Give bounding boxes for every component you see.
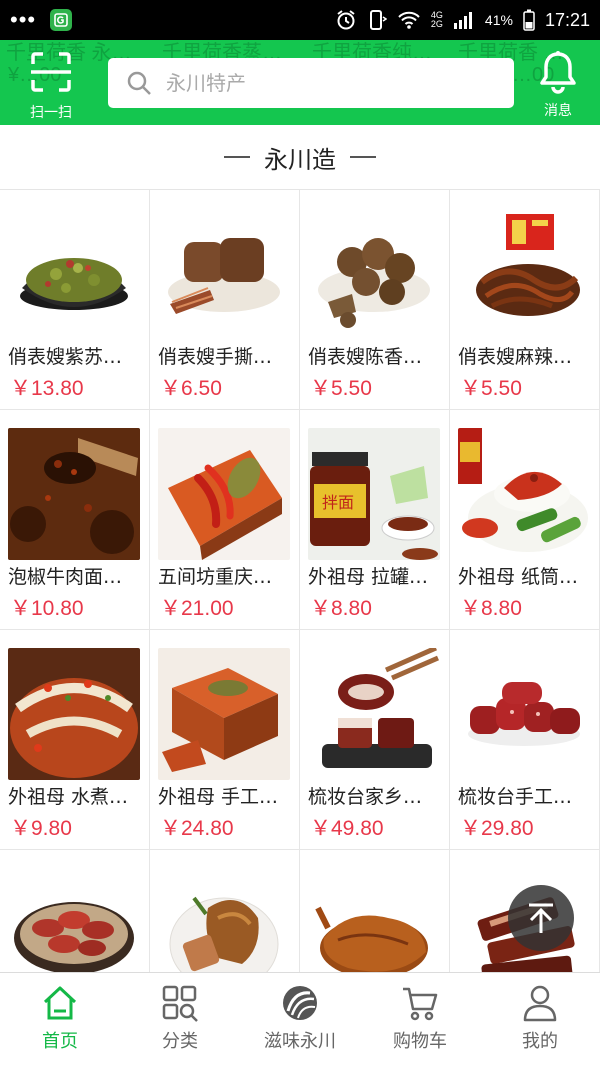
category-icon [162,985,198,1022]
product-price: ￥9.80 [10,817,72,840]
product-name: 外祖母 手工… [158,786,279,808]
product-image-hotpot-block[interactable] [158,648,290,780]
status-bar: ••• 4G 2G 41% 17:21 [0,0,600,40]
product-card[interactable]: 梳妆台家乡… ￥49.80 [300,630,450,850]
search-input[interactable] [164,70,488,96]
product-image-roast-duck[interactable] [308,868,440,972]
product-price: ￥13.80 [10,377,84,400]
product-card[interactable]: 梳妆台手工… ￥29.80 [450,630,600,850]
product-name: 俏表嫂紫苏… [8,346,123,368]
product-image-chili-cucumber[interactable] [458,428,590,560]
phone-vibrate-icon [369,10,387,30]
product-name: 五间坊重庆… [158,566,273,588]
product-card[interactable]: 五间坊重庆… ￥21.00 [150,410,300,630]
wifi-icon [398,11,420,29]
nav-cart[interactable]: 购物车 [360,973,480,1068]
profile-icon [523,985,557,1022]
section-header: 永川造 [0,125,600,190]
scan-icon [31,52,71,92]
home-icon [43,986,77,1020]
product-image-sausage[interactable] [458,648,590,780]
product-card[interactable]: 俏表嫂麻辣… ￥5.50 [450,190,600,410]
search-bar[interactable] [108,58,514,108]
product-image-spicy-strips[interactable] [458,208,590,340]
cart-icon [403,987,438,1021]
nav-home[interactable]: 首页 [0,973,120,1068]
battery-icon [523,9,535,31]
product-card[interactable]: 外祖母 水煮… ￥9.80 [0,630,150,850]
nav-category-label: 分类 [162,1031,198,1052]
product-image-chili-beef-sauce[interactable] [8,428,140,560]
product-image-cured-pork[interactable] [308,648,440,780]
product-price: ￥49.80 [310,817,384,840]
product-name: 俏表嫂手撕… [158,346,273,368]
svg-text:拌面: 拌面 [322,493,354,512]
product-card[interactable] [0,850,150,972]
product-price: ￥5.50 [460,377,522,400]
nav-profile-label: 我的 [522,1031,558,1052]
product-price: ￥8.80 [310,597,372,620]
scan-button[interactable]: 扫一扫 [16,50,86,121]
title-right-dash [350,156,376,158]
product-price: ￥5.50 [310,377,372,400]
product-card[interactable]: 俏表嫂紫苏… ￥13.80 [0,190,150,410]
back-to-top-button[interactable] [508,885,574,951]
product-image-boiled-fish[interactable] [8,648,140,780]
nav-taste[interactable]: 滋味永川 [240,973,360,1068]
product-image-pork-trotter[interactable] [158,868,290,972]
product-price: ￥6.50 [160,377,222,400]
product-image-braised-tofu[interactable] [308,208,440,340]
product-price: ￥8.80 [460,597,522,620]
product-card[interactable]: 外祖母 手工… ￥24.80 [150,630,300,850]
arrow-up-icon [529,903,553,933]
nav-profile[interactable]: 我的 [480,973,600,1068]
search-icon [127,71,151,95]
product-name: 外祖母 水煮… [8,786,129,808]
product-card[interactable]: 泡椒牛肉面… ￥10.80 [0,410,150,630]
product-price: ￥29.80 [460,817,534,840]
product-image-sauce-jar[interactable]: 拌面 [308,428,440,560]
product-card[interactable]: 俏表嫂手撕… ￥6.50 [150,190,300,410]
product-grid: 俏表嫂紫苏… ￥13.80 俏表嫂手撕… ￥6.50 俏表嫂陈香… ￥5.50 … [0,190,600,972]
product-price: ￥24.80 [160,817,234,840]
nav-category[interactable]: 分类 [120,973,240,1068]
message-button[interactable]: 消息 [532,50,584,119]
product-name: 泡椒牛肉面… [8,566,123,588]
product-image-hotpot-base[interactable] [158,428,290,560]
product-image-cured-sausage-slices[interactable] [8,868,140,972]
scan-label: 扫一扫 [30,105,72,121]
taste-logo-icon [283,986,317,1020]
clock: 17:21 [544,9,590,30]
alarm-icon [337,10,355,30]
nav-taste-label: 滋味永川 [264,1031,336,1052]
product-card[interactable] [150,850,300,972]
product-image-pickled-beans[interactable] [8,208,140,340]
message-label: 消息 [544,103,572,119]
top-header: 千里荷香 永… 千里荷香蒸… 千里荷香纯… 千里荷香 … ¥…00 …00 扫一… [0,40,600,125]
bell-icon [540,51,576,94]
product-name: 俏表嫂陈香… [308,346,423,368]
product-card[interactable] [300,850,450,972]
product-name: 外祖母 纸筒… [458,566,579,588]
network-type: 4G 2G [430,10,443,29]
product-name: 外祖母 拉罐… [308,566,429,588]
product-price: ￥21.00 [160,597,234,620]
product-name: 俏表嫂麻辣… [458,346,573,368]
nav-cart-label: 购物车 [393,1031,447,1052]
more-dots-icon: ••• [10,7,37,32]
bottom-nav: 首页 分类 滋味永川 购物车 我的 [0,972,600,1068]
signal-icon [453,12,472,29]
product-card[interactable]: 拌面 外祖母 拉罐… ￥8.80 [300,410,450,630]
product-name: 梳妆台手工… [458,786,573,808]
product-price: ￥10.80 [10,597,84,620]
product-card[interactable]: 俏表嫂陈香… ￥5.50 [300,190,450,410]
product-name: 梳妆台家乡… [308,786,423,808]
title-left-dash [224,156,250,158]
product-card[interactable]: 外祖母 纸筒… ￥8.80 [450,410,600,630]
section-title: 永川造 [264,145,336,174]
app-notification-icon [50,9,73,31]
nav-home-label: 首页 [42,1031,78,1052]
battery-percent: 41% [484,12,513,28]
product-image-dried-tofu[interactable] [158,208,290,340]
